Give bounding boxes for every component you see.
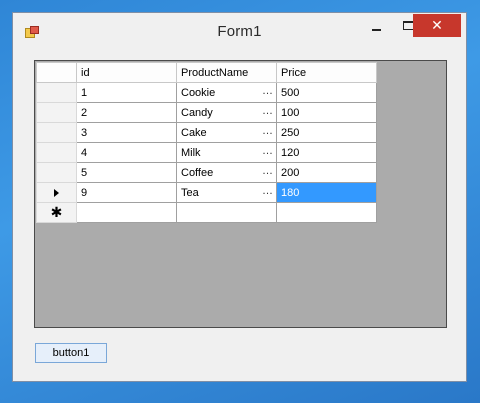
new-row-asterisk-icon: ✱	[50, 204, 63, 220]
cell-productname[interactable]: Candy …	[176, 102, 277, 123]
table-row: 1 Cookie … 500	[36, 82, 377, 103]
maximize-icon	[402, 21, 414, 30]
table-row: 3 Cake … 250	[36, 122, 377, 143]
table-row: 4 Milk … 120	[36, 142, 377, 163]
cell-productname[interactable]: Coffee …	[176, 162, 277, 183]
cell-productname-text: Cake	[181, 126, 207, 139]
row-header[interactable]	[36, 122, 77, 143]
row-header[interactable]	[36, 82, 77, 103]
cell-productname-text: Cookie	[181, 86, 216, 99]
row-header[interactable]	[36, 162, 77, 183]
current-row-arrow-icon	[54, 188, 59, 197]
title-bar[interactable]: Form1 ✕	[13, 13, 466, 53]
ellipsis-button[interactable]: …	[262, 85, 273, 97]
column-header-price[interactable]: Price	[276, 62, 377, 83]
row-header-current[interactable]	[36, 182, 77, 203]
top-left-corner-header[interactable]	[36, 62, 77, 83]
close-button[interactable]: ✕	[413, 14, 461, 37]
cell-price[interactable]: 500	[276, 82, 377, 103]
cell-productname[interactable]: Tea …	[176, 182, 277, 203]
column-header-id[interactable]: id	[76, 62, 177, 83]
cell-price[interactable]: 250	[276, 122, 377, 143]
minimize-button[interactable]	[362, 14, 390, 37]
cell-price[interactable]: 120	[276, 142, 377, 163]
grid-table: id ProductName Price 1 Cookie … 500 2 Can…	[36, 62, 377, 223]
cell-productname-text: Candy	[181, 106, 213, 119]
cell-productname-text: Tea	[181, 186, 199, 199]
minimize-icon	[371, 29, 381, 31]
form1-window: Form1 ✕ id ProductName Price 1 Cookie … …	[12, 12, 467, 382]
cell-id[interactable]: 5	[76, 162, 177, 183]
row-header[interactable]	[36, 142, 77, 163]
ellipsis-button[interactable]: …	[262, 145, 273, 157]
close-icon: ✕	[431, 17, 443, 33]
cell-productname-new[interactable]	[176, 202, 277, 223]
cell-productname[interactable]: Cookie …	[176, 82, 277, 103]
cell-productname[interactable]: Cake …	[176, 122, 277, 143]
cell-id[interactable]: 3	[76, 122, 177, 143]
cell-price-new[interactable]	[276, 202, 377, 223]
cell-price-selected[interactable]: 180	[276, 182, 377, 203]
ellipsis-button[interactable]: …	[262, 125, 273, 137]
header-row: id ProductName Price	[36, 62, 377, 83]
column-header-productname[interactable]: ProductName	[176, 62, 277, 83]
cell-price[interactable]: 100	[276, 102, 377, 123]
new-row: ✱	[36, 202, 377, 223]
cell-id[interactable]: 2	[76, 102, 177, 123]
table-row: 5 Coffee … 200	[36, 162, 377, 183]
ellipsis-button[interactable]: …	[262, 165, 273, 177]
data-grid-view[interactable]: id ProductName Price 1 Cookie … 500 2 Can…	[34, 60, 447, 328]
cell-productname-text: Coffee	[181, 166, 214, 179]
cell-id-new[interactable]	[76, 202, 177, 223]
cell-productname-text: Milk	[181, 146, 201, 159]
table-row-current: 9 Tea … 180	[36, 182, 377, 203]
cell-price[interactable]: 200	[276, 162, 377, 183]
ellipsis-button[interactable]: …	[262, 105, 273, 117]
table-row: 2 Candy … 100	[36, 102, 377, 123]
cell-productname[interactable]: Milk …	[176, 142, 277, 163]
cell-id[interactable]: 1	[76, 82, 177, 103]
row-header[interactable]	[36, 102, 77, 123]
row-header-new[interactable]: ✱	[36, 202, 77, 223]
cell-id[interactable]: 9	[76, 182, 177, 203]
button1[interactable]: button1	[35, 343, 107, 363]
cell-id[interactable]: 4	[76, 142, 177, 163]
ellipsis-button[interactable]: …	[262, 185, 273, 197]
